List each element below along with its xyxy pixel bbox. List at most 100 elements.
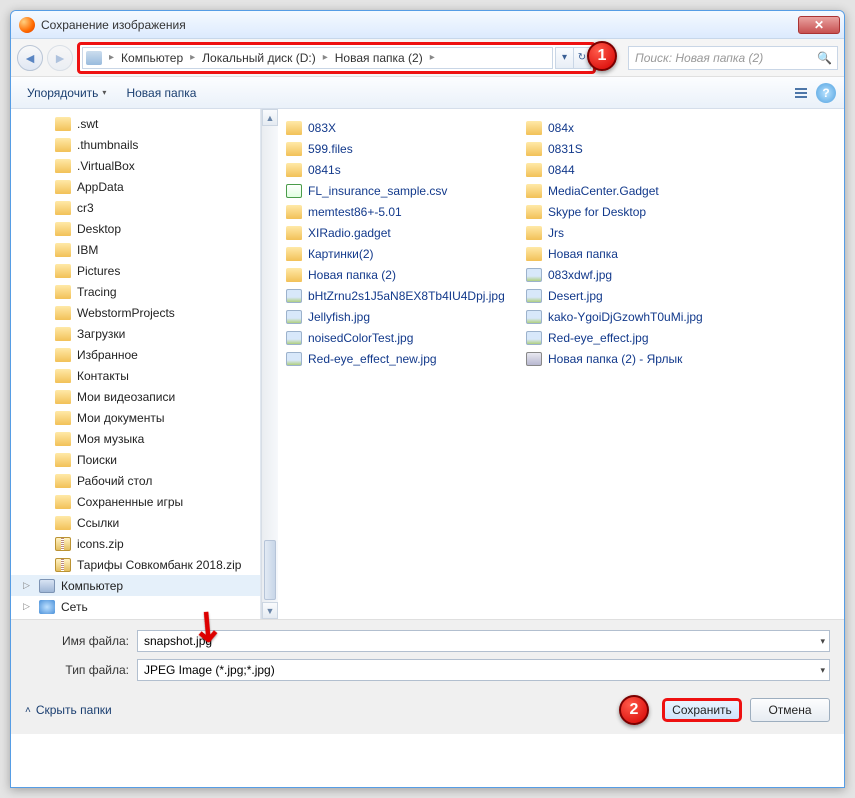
tree-item[interactable]: Избранное xyxy=(11,344,260,365)
tree-item[interactable]: Тарифы Совкомбанк 2018.zip xyxy=(11,554,260,575)
tree-item[interactable]: Pictures xyxy=(11,260,260,281)
folder-icon xyxy=(55,411,71,425)
navigation-bar: ◄ ► ▸ Компьютер ▸ Локальный диск (D:) ▸ … xyxy=(11,39,844,77)
file-item[interactable]: Картинки(2) xyxy=(282,243,522,264)
scroll-down-button[interactable]: ▼ xyxy=(262,602,278,619)
tree-item[interactable]: icons.zip xyxy=(11,533,260,554)
file-item[interactable]: memtest86+-5.01 xyxy=(282,201,522,222)
hide-folders-button[interactable]: ˄ Скрыть папки xyxy=(25,703,112,717)
folder-icon xyxy=(526,121,542,135)
tree-item[interactable]: ▷Компьютер xyxy=(11,575,260,596)
tree-item[interactable]: Контакты xyxy=(11,365,260,386)
folder-icon xyxy=(286,142,302,156)
search-input[interactable]: Поиск: Новая папка (2) 🔍 xyxy=(628,46,838,70)
file-item-label: Новая папка xyxy=(548,247,618,261)
tree-item[interactable]: Ссылки xyxy=(11,512,260,533)
file-item-label: noisedColorTest.jpg xyxy=(308,331,413,345)
file-item[interactable]: Red-eye_effect.jpg xyxy=(522,327,762,348)
folder-icon xyxy=(526,247,542,261)
file-item[interactable]: bHtZrnu2s1J5aN8EX8Tb4IU4Dpj.jpg xyxy=(282,285,522,306)
tree-item[interactable]: Моя музыка xyxy=(11,428,260,449)
close-button[interactable]: ✕ xyxy=(798,16,840,34)
search-icon[interactable]: 🔍 xyxy=(817,51,832,65)
filetype-select[interactable]: JPEG Image (*.jpg;*.jpg) ▾ xyxy=(137,659,830,681)
file-item[interactable]: MediaCenter.Gadget xyxy=(522,180,762,201)
file-item[interactable]: Новая папка (2) xyxy=(282,264,522,285)
chevron-down-icon[interactable]: ▾ xyxy=(820,636,825,647)
chevron-right-icon: ▸ xyxy=(186,52,199,63)
file-item[interactable]: Red-eye_effect_new.jpg xyxy=(282,348,522,369)
tree-item-label: Pictures xyxy=(77,264,120,278)
view-options-button[interactable] xyxy=(790,83,812,103)
file-item-label: kako-YgoiDjGzowhT0uMi.jpg xyxy=(548,310,703,324)
tree-item[interactable]: Рабочий стол xyxy=(11,470,260,491)
file-item[interactable]: Новая папка (2) - Ярлык xyxy=(522,348,762,369)
file-item[interactable]: noisedColorTest.jpg xyxy=(282,327,522,348)
breadcrumb-item[interactable]: Локальный диск (D:) xyxy=(199,49,319,67)
tree-item[interactable]: Мои документы xyxy=(11,407,260,428)
address-bar[interactable]: ▸ Компьютер ▸ Локальный диск (D:) ▸ Нова… xyxy=(82,47,553,69)
expand-icon[interactable]: ▷ xyxy=(23,580,33,591)
file-item-label: 0841s xyxy=(308,163,341,177)
scroll-up-button[interactable]: ▲ xyxy=(262,109,278,126)
tree-item[interactable]: AppData xyxy=(11,176,260,197)
file-item[interactable]: XIRadio.gadget xyxy=(282,222,522,243)
file-item[interactable]: Skype for Desktop xyxy=(522,201,762,222)
comp-icon xyxy=(39,579,55,593)
save-button[interactable]: 2 Сохранить xyxy=(662,698,742,722)
tree-item[interactable]: Поиски xyxy=(11,449,260,470)
expand-icon[interactable]: ▷ xyxy=(23,601,33,612)
new-folder-button[interactable]: Новая папка xyxy=(118,82,204,104)
address-dropdown-button[interactable]: ▾ xyxy=(555,47,573,69)
file-item[interactable]: 0831S xyxy=(522,138,762,159)
folder-icon xyxy=(526,205,542,219)
chevron-down-icon[interactable]: ▾ xyxy=(820,665,825,676)
tree-item[interactable]: .thumbnails xyxy=(11,134,260,155)
img-icon xyxy=(286,289,302,303)
file-item-label: Jrs xyxy=(548,226,564,240)
file-item[interactable]: kako-YgoiDjGzowhT0uMi.jpg xyxy=(522,306,762,327)
tree-item-label: Рабочий стол xyxy=(77,474,152,488)
breadcrumb-item[interactable]: Новая папка (2) xyxy=(332,49,426,67)
filename-input[interactable]: snapshot.jpg ▾ xyxy=(137,630,830,652)
scroll-thumb[interactable] xyxy=(264,540,276,600)
tree-item[interactable]: Tracing xyxy=(11,281,260,302)
tree-scrollbar[interactable]: ▲ ▼ xyxy=(261,109,278,619)
tree-item[interactable]: Мои видеозаписи xyxy=(11,386,260,407)
file-item[interactable]: Новая папка xyxy=(522,243,762,264)
file-item-label: 0844 xyxy=(548,163,575,177)
cancel-button[interactable]: Отмена xyxy=(750,698,830,722)
folder-tree[interactable]: .swt .thumbnails.VirtualBoxAppDatacr3 Desk… xyxy=(11,109,261,619)
tree-item[interactable]: WebstormProjects xyxy=(11,302,260,323)
help-button[interactable]: ? xyxy=(816,83,836,103)
file-list[interactable]: 083X599.files 0841s FL_insurance_sample.cs… xyxy=(278,109,844,619)
tree-item[interactable]: Desktop xyxy=(11,218,260,239)
file-item[interactable]: 083xdwf.jpg xyxy=(522,264,762,285)
img-icon xyxy=(526,289,542,303)
tree-item[interactable]: IBM xyxy=(11,239,260,260)
organize-button[interactable]: Упорядочить ▾ xyxy=(19,82,114,104)
file-item[interactable]: 0841s xyxy=(282,159,522,180)
file-item[interactable]: Desert.jpg xyxy=(522,285,762,306)
chevron-right-icon: ▸ xyxy=(105,52,118,63)
file-item[interactable]: 084x xyxy=(522,117,762,138)
tree-item[interactable]: Загрузки xyxy=(11,323,260,344)
back-button[interactable]: ◄ xyxy=(17,45,43,71)
file-item[interactable]: Jrs xyxy=(522,222,762,243)
titlebar[interactable]: Сохранение изображения ✕ xyxy=(11,11,844,39)
tree-item[interactable]: cr3 xyxy=(11,197,260,218)
tree-item[interactable]: ▷Сеть xyxy=(11,596,260,617)
file-item[interactable]: 599.files xyxy=(282,138,522,159)
folder-icon xyxy=(526,163,542,177)
forward-button[interactable]: ► xyxy=(47,45,73,71)
tree-item-label: .swt xyxy=(77,117,98,131)
file-item[interactable]: 0844 xyxy=(522,159,762,180)
tree-item-label: Desktop xyxy=(77,222,121,236)
file-item[interactable]: Jellyfish.jpg xyxy=(282,306,522,327)
file-item[interactable]: 083X xyxy=(282,117,522,138)
breadcrumb-item[interactable]: Компьютер xyxy=(118,49,186,67)
file-item[interactable]: FL_insurance_sample.csv xyxy=(282,180,522,201)
tree-item[interactable]: .VirtualBox xyxy=(11,155,260,176)
tree-item[interactable]: .swt xyxy=(11,113,260,134)
tree-item[interactable]: Сохраненные игры xyxy=(11,491,260,512)
